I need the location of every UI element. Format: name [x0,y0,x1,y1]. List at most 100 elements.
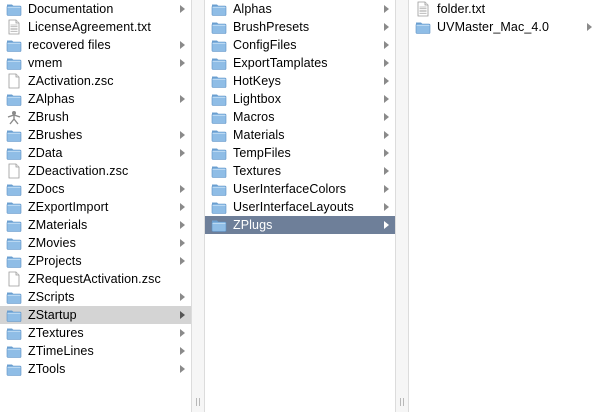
folder-row[interactable]: ZMovies [0,234,191,252]
file-list: Alphas BrushPresets ConfigFiles ExportTampl… [205,0,395,234]
folder-row[interactable]: ZTextures [0,324,191,342]
finder-column-zplugs[interactable]: folder.txt UVMaster_Mac_4.0 [409,0,598,412]
folder-row[interactable]: ZTimeLines [0,342,191,360]
folder-row[interactable]: UserInterfaceLayouts [205,198,395,216]
item-label: Textures [233,164,282,178]
item-label: BrushPresets [233,20,310,34]
disclosure-arrow-icon [384,41,389,49]
disclosure-arrow-icon [384,5,389,13]
disclosure-arrow-icon [384,185,389,193]
disclosure-arrow-icon [180,5,185,13]
item-label: folder.txt [437,2,486,16]
item-label: recovered files [28,38,111,52]
folder-row[interactable]: recovered files [0,36,191,54]
folder-row[interactable]: ZMaterials [0,216,191,234]
folder-icon [415,19,431,35]
folder-icon [211,163,227,179]
item-label: ZTextures [28,326,84,340]
folder-icon [6,325,22,341]
item-label: ZMaterials [28,218,88,232]
folder-icon [6,343,22,359]
folder-row[interactable]: ZPlugs [205,216,395,234]
item-label: ZDocs [28,182,65,196]
disclosure-arrow-icon [180,347,185,355]
folder-icon [211,1,227,17]
item-label: UVMaster_Mac_4.0 [437,20,550,34]
column-resize-divider[interactable] [395,0,409,412]
disclosure-arrow-icon [384,59,389,67]
folder-icon [6,127,22,143]
folder-row[interactable]: Materials [205,126,395,144]
folder-icon [211,73,227,89]
folder-icon [211,109,227,125]
column-resize-divider[interactable] [191,0,205,412]
disclosure-arrow-icon [180,257,185,265]
folder-icon [6,217,22,233]
item-label: ZStartup [28,308,77,322]
folder-row[interactable]: TempFiles [205,144,395,162]
disclosure-arrow-icon [384,95,389,103]
item-label: ZMovies [28,236,76,250]
disclosure-arrow-icon [384,167,389,175]
folder-row[interactable]: ZTools [0,360,191,378]
folder-icon [211,37,227,53]
disclosure-arrow-icon [180,185,185,193]
item-label: vmem [28,56,63,70]
folder-row[interactable]: ZProjects [0,252,191,270]
folder-row[interactable]: ZStartup [0,306,191,324]
item-label: ZActivation.zsc [28,74,114,88]
folder-row[interactable]: UserInterfaceColors [205,180,395,198]
folder-icon [6,199,22,215]
folder-row[interactable]: BrushPresets [205,18,395,36]
finder-column-root[interactable]: Documentation LicenseAgreement.txt recover… [0,0,191,412]
file-list: Documentation LicenseAgreement.txt recover… [0,0,191,378]
folder-row[interactable]: Lightbox [205,90,395,108]
disclosure-arrow-icon [180,149,185,157]
item-label: UserInterfaceColors [233,182,347,196]
file-row[interactable]: LicenseAgreement.txt [0,18,191,36]
folder-icon [211,199,227,215]
item-label: ZRequestActivation.zsc [28,272,161,286]
document-icon [6,271,22,287]
file-row[interactable]: ZBrush [0,108,191,126]
resize-grip-icon[interactable] [400,398,404,406]
folder-row[interactable]: UVMaster_Mac_4.0 [409,18,598,36]
folder-row[interactable]: ConfigFiles [205,36,395,54]
folder-row[interactable]: ZDocs [0,180,191,198]
folder-row[interactable]: Alphas [205,0,395,18]
item-label: ZBrushes [28,128,83,142]
disclosure-arrow-icon [384,221,389,229]
item-label: Alphas [233,2,272,16]
file-row[interactable]: ZActivation.zsc [0,72,191,90]
folder-icon [6,361,22,377]
folder-row[interactable]: ExportTamplates [205,54,395,72]
folder-icon [6,55,22,71]
folder-icon [211,55,227,71]
folder-row[interactable]: ZScripts [0,288,191,306]
disclosure-arrow-icon [384,23,389,31]
item-label: Materials [233,128,285,142]
file-list: folder.txt UVMaster_Mac_4.0 [409,0,598,36]
folder-icon [211,91,227,107]
finder-column-zstartup[interactable]: Alphas BrushPresets ConfigFiles ExportTampl… [205,0,395,412]
disclosure-arrow-icon [384,203,389,211]
folder-row[interactable]: vmem [0,54,191,72]
file-row[interactable]: ZDeactivation.zsc [0,162,191,180]
folder-row[interactable]: ZData [0,144,191,162]
folder-row[interactable]: HotKeys [205,72,395,90]
folder-row[interactable]: ZAlphas [0,90,191,108]
resize-grip-icon[interactable] [196,398,200,406]
item-label: ZTools [28,362,66,376]
item-label: ZData [28,146,63,160]
file-row[interactable]: ZRequestActivation.zsc [0,270,191,288]
folder-row[interactable]: ZExportImport [0,198,191,216]
file-row[interactable]: folder.txt [409,0,598,18]
document-icon [6,73,22,89]
folder-row[interactable]: Textures [205,162,395,180]
disclosure-arrow-icon [587,23,592,31]
item-label: UserInterfaceLayouts [233,200,354,214]
folder-row[interactable]: Macros [205,108,395,126]
folder-row[interactable]: ZBrushes [0,126,191,144]
disclosure-arrow-icon [180,131,185,139]
folder-row[interactable]: Documentation [0,0,191,18]
